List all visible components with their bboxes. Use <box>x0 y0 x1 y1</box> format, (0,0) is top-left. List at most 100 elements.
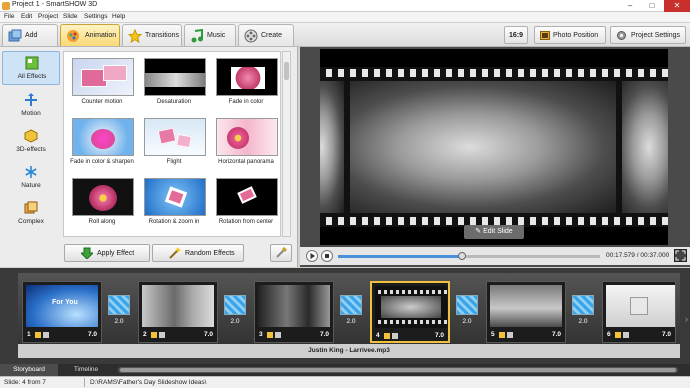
effect-thumbnail <box>144 178 206 216</box>
audio-track[interactable]: Justin King - Larrivee.mp3 <box>18 344 680 358</box>
tab-transitions-label: Transitions <box>145 32 179 39</box>
scroll-right-icon[interactable]: › <box>685 314 688 324</box>
menu-project[interactable]: Project <box>38 13 58 20</box>
transition-5[interactable]: 2.0 <box>570 295 596 329</box>
tab-storyboard[interactable]: Storyboard <box>0 364 58 376</box>
effect-counter-motion[interactable]: Counter motion <box>66 54 138 112</box>
slide-image <box>142 285 214 327</box>
minimize-button[interactable]: – <box>620 0 640 12</box>
menu-help[interactable]: Help <box>112 13 125 20</box>
effect-rotation-from-center[interactable]: Rotation from center <box>210 174 282 232</box>
transition-3[interactable]: 2.0 <box>338 295 364 329</box>
random-effects-label: Random Effects <box>185 250 235 257</box>
status-divider <box>84 378 85 387</box>
slide-thumbnail-1[interactable]: For You 1 7.0 <box>22 281 102 343</box>
random-effects-button[interactable]: Random Effects <box>152 244 244 262</box>
tab-transitions[interactable]: Transitions <box>122 24 182 46</box>
slide-thumbnail-2[interactable]: 2 7.0 <box>138 281 218 343</box>
project-settings-label: Project Settings <box>631 32 681 39</box>
seek-handle[interactable] <box>458 252 467 260</box>
edit-icon[interactable] <box>151 332 157 338</box>
snowflake-icon <box>24 165 38 179</box>
gear-icon <box>617 31 626 40</box>
transition-2[interactable]: 2.0 <box>222 295 248 329</box>
status-slide-count: Slide: 4 from 7 <box>4 379 46 386</box>
storyboard: For You 1 7.0 2.0 2 7.0 2.0 3 7.0 2.0 4 … <box>0 268 690 364</box>
menu-slide[interactable]: Slide <box>63 13 77 20</box>
sound-icon[interactable] <box>275 332 281 338</box>
sound-icon[interactable] <box>43 332 49 338</box>
slide-image <box>490 285 562 327</box>
menu-bar: File Edit Project Slide Settings Help <box>0 12 690 23</box>
scrollbar-thumb[interactable] <box>120 368 676 372</box>
photo-position-button[interactable]: Photo Position <box>534 26 606 44</box>
edit-icon[interactable] <box>384 333 390 339</box>
slide-thumbnail-5[interactable]: 5 7.0 <box>486 281 566 343</box>
effect-desaturation[interactable]: Desaturation <box>138 54 210 112</box>
category-motion[interactable]: Motion <box>2 89 60 123</box>
transition-duration: 2.0 <box>114 318 124 325</box>
seek-bar[interactable] <box>338 252 600 260</box>
category-all-effects[interactable]: All Effects <box>2 51 60 85</box>
category-label: Complex <box>18 218 44 225</box>
tab-music-label: Music <box>207 32 226 39</box>
menu-settings[interactable]: Settings <box>84 13 108 20</box>
edit-icon[interactable] <box>267 332 273 338</box>
sound-icon[interactable] <box>392 333 398 339</box>
effect-label: Fade in color <box>228 99 264 105</box>
category-3d-effects[interactable]: 3D-effects <box>2 125 60 159</box>
effect-fade-in-color-sharpen[interactable]: Fade in color & sharpen <box>66 114 138 172</box>
sound-icon[interactable] <box>159 332 165 338</box>
aspect-ratio-button[interactable]: 16:9 <box>504 26 528 44</box>
effect-roll-along[interactable]: Roll along <box>66 174 138 232</box>
title-bar: Project 1 - SmartSHOW 3D – □ ✕ <box>0 0 690 12</box>
close-button[interactable]: ✕ <box>664 0 690 12</box>
slide-number: 5 <box>491 331 495 338</box>
effect-flight[interactable]: Flight <box>138 114 210 172</box>
slide-image <box>606 285 675 327</box>
effect-settings-button[interactable] <box>270 244 292 262</box>
slide-thumbnail-3[interactable]: 3 7.0 <box>254 281 334 343</box>
edit-icon[interactable] <box>615 332 621 338</box>
transition-4[interactable]: 2.0 <box>454 295 480 329</box>
sound-icon[interactable] <box>623 332 629 338</box>
fullscreen-button[interactable] <box>674 249 687 262</box>
slide-thumbnail-4[interactable]: 4 7.0 <box>370 281 450 343</box>
effect-fade-in-color[interactable]: Fade in color <box>210 54 282 112</box>
tab-add[interactable]: Add <box>2 24 58 46</box>
effect-label: Fade in color & sharpen <box>70 159 134 165</box>
storyboard-scrollbar[interactable] <box>118 367 678 373</box>
play-button[interactable] <box>306 250 318 262</box>
transition-1[interactable]: 2.0 <box>106 295 132 329</box>
category-nature[interactable]: Nature <box>2 161 60 195</box>
slide-thumbnail-6[interactable]: 6 7.0 <box>602 281 676 343</box>
effect-rotation-zoom-in[interactable]: Rotation & zoom in <box>138 174 210 232</box>
tab-create[interactable]: Create <box>238 24 294 46</box>
category-complex[interactable]: Complex <box>2 197 60 231</box>
sound-icon[interactable] <box>507 332 513 338</box>
project-settings-button[interactable]: Project Settings <box>610 26 686 44</box>
tab-animation[interactable]: Animation <box>60 24 120 46</box>
effect-thumbnail <box>72 58 134 96</box>
tab-add-label: Add <box>25 32 38 39</box>
tab-timeline[interactable]: Timeline <box>60 364 112 376</box>
slide-number: 2 <box>143 331 147 338</box>
stop-button[interactable] <box>321 250 333 262</box>
slide-duration: 7.0 <box>661 331 671 338</box>
tab-music[interactable]: Music <box>184 24 236 46</box>
slide-overlay-text: For You <box>52 299 78 306</box>
maximize-button[interactable]: □ <box>642 0 662 12</box>
apply-effect-button[interactable]: Apply Effect <box>64 244 150 262</box>
add-icon <box>8 29 22 43</box>
effects-scrollbar[interactable] <box>282 51 291 237</box>
menu-edit[interactable]: Edit <box>21 13 32 20</box>
scrollbar-thumb[interactable] <box>284 62 289 80</box>
edit-icon[interactable] <box>35 332 41 338</box>
edit-slide-button[interactable]: ✎ Edit Slide <box>464 225 524 239</box>
menu-file[interactable]: File <box>4 13 14 20</box>
app-icon <box>2 2 10 10</box>
effect-thumbnail <box>144 58 206 96</box>
pencil-icon: ✎ <box>475 228 484 235</box>
effect-horizontal-panorama[interactable]: Horizontal panorama <box>210 114 282 172</box>
edit-icon[interactable] <box>499 332 505 338</box>
